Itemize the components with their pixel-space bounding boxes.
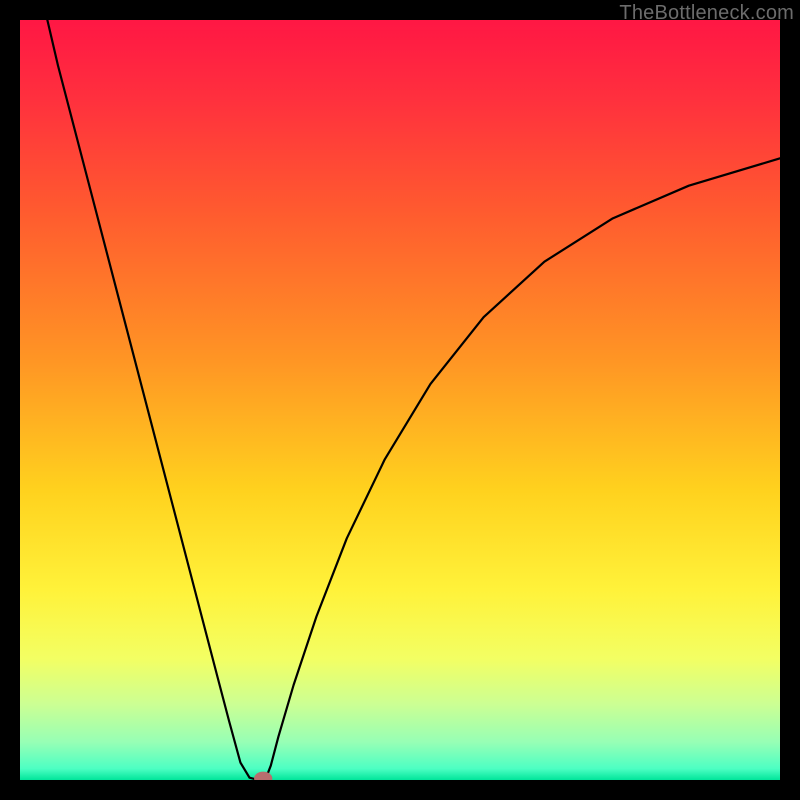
chart-svg [20,20,780,780]
gradient-background [20,20,780,780]
watermark-text: TheBottleneck.com [619,2,794,25]
chart-frame [20,20,780,780]
